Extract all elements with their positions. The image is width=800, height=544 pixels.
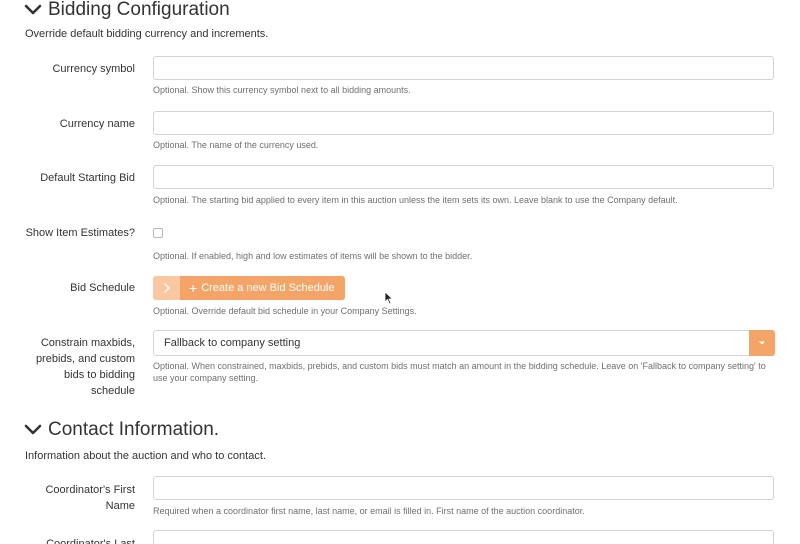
bidding-section-header[interactable]: Bidding Configuration bbox=[24, 0, 230, 22]
bid-schedule-toggle-button[interactable] bbox=[153, 276, 180, 300]
currency-symbol-label: Currency symbol bbox=[52, 63, 135, 75]
chevron-right-icon bbox=[163, 283, 170, 293]
constrain-help: Optional. When constrained, maxbids, pre… bbox=[153, 361, 766, 383]
coordinator-first-name-label-line: Name bbox=[105, 500, 135, 512]
constrain-select-value[interactable]: Fallback to company setting bbox=[153, 330, 749, 356]
currency-symbol-help: Optional. Show this currency symbol next… bbox=[153, 85, 411, 95]
default-starting-bid-input[interactable] bbox=[153, 165, 774, 189]
coordinator-last-name-label-line: Coordinator's Last bbox=[46, 538, 135, 544]
default-starting-bid-help: Optional. The starting bid applied to ev… bbox=[153, 195, 678, 205]
coordinator-last-name-input[interactable] bbox=[153, 530, 774, 544]
section-description: Information about the auction and who to… bbox=[25, 450, 266, 462]
section-title: Bidding Configuration bbox=[48, 0, 230, 20]
chevron-down-icon[interactable] bbox=[24, 423, 42, 437]
coordinator-first-name-help: Required when a coordinator first name, … bbox=[153, 506, 585, 516]
show-item-estimates-help: Optional. If enabled, high and low estim… bbox=[153, 251, 473, 261]
constrain-label-line: Constrain maxbids, bbox=[40, 337, 135, 349]
coordinator-first-name-input[interactable] bbox=[153, 476, 774, 500]
mouse-cursor-icon bbox=[384, 291, 394, 305]
contact-section-header[interactable]: Contact Information. bbox=[24, 418, 219, 442]
dropdown-caret-button[interactable] bbox=[749, 330, 775, 356]
create-bid-schedule-button[interactable]: + Create a new Bid Schedule bbox=[180, 276, 345, 300]
currency-name-input[interactable] bbox=[153, 111, 774, 135]
section-description: Override default bidding currency and in… bbox=[25, 28, 269, 40]
caret-down-icon bbox=[759, 341, 765, 345]
auction-settings-page: Bidding Configuration Override default b… bbox=[0, 0, 800, 544]
show-item-estimates-checkbox[interactable] bbox=[153, 228, 163, 238]
coordinator-last-name-label: Coordinator's Last bbox=[5, 536, 135, 544]
plus-icon: + bbox=[189, 280, 198, 296]
constrain-select[interactable]: Fallback to company setting bbox=[153, 330, 775, 356]
show-item-estimates-label: Show Item Estimates? bbox=[25, 227, 135, 239]
section-title: Contact Information. bbox=[48, 419, 220, 440]
bid-schedule-button-group: + Create a new Bid Schedule bbox=[153, 276, 345, 300]
constrain-label: Constrain maxbids, prebids, and custom b… bbox=[5, 335, 135, 399]
currency-name-label: Currency name bbox=[59, 118, 135, 130]
currency-name-help: Optional. The name of the currency used. bbox=[153, 140, 319, 150]
bid-schedule-help: Optional. Override default bid schedule … bbox=[153, 306, 417, 316]
bid-schedule-label: Bid Schedule bbox=[70, 282, 135, 294]
constrain-label-line: schedule bbox=[90, 385, 135, 397]
currency-symbol-input[interactable] bbox=[153, 56, 774, 80]
coordinator-first-name-label: Coordinator's First Name bbox=[5, 482, 135, 514]
constrain-label-line: prebids, and custom bbox=[35, 353, 135, 365]
constrain-label-line: bids to bidding bbox=[64, 369, 135, 381]
create-bid-schedule-label: Create a new Bid Schedule bbox=[201, 282, 335, 294]
coordinator-first-name-label-line: Coordinator's First bbox=[45, 484, 135, 496]
chevron-down-icon[interactable] bbox=[24, 3, 42, 17]
default-starting-bid-label: Default Starting Bid bbox=[40, 172, 135, 184]
